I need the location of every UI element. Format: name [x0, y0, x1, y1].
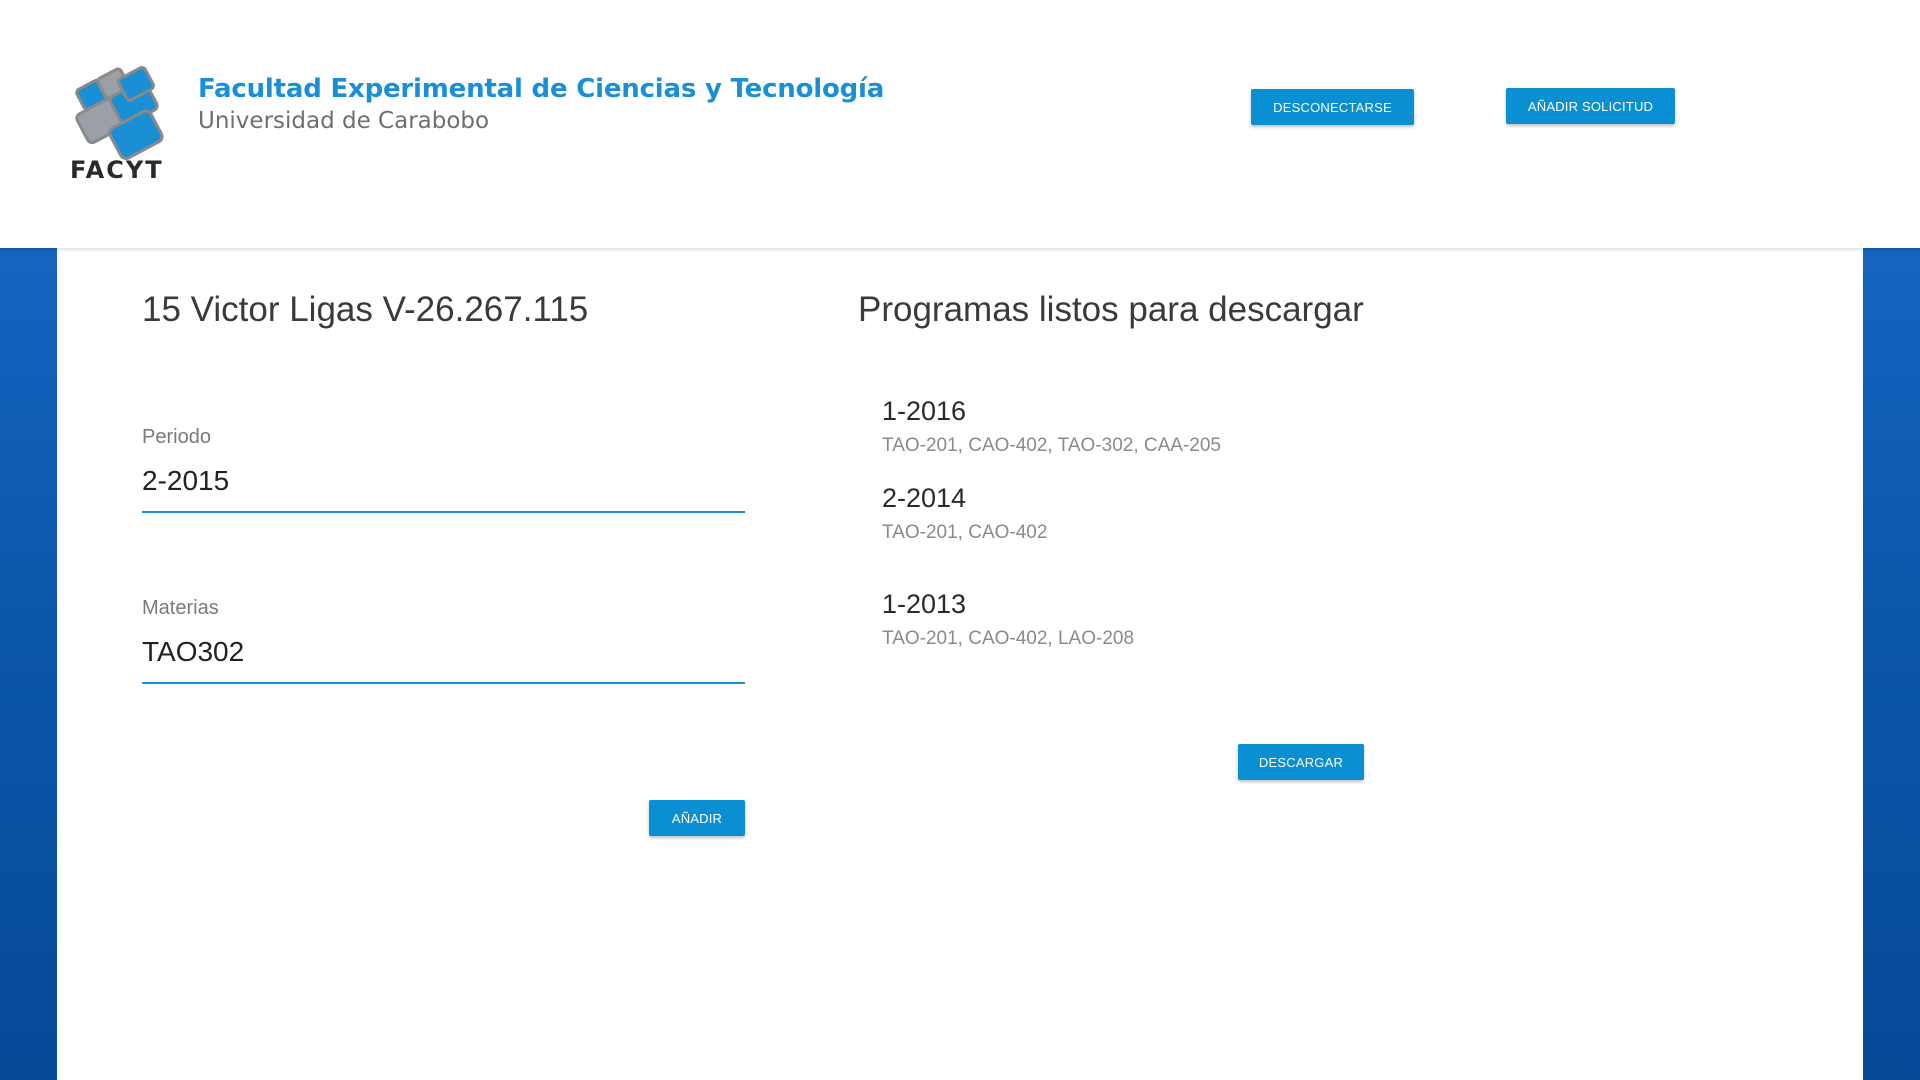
download-button[interactable]: DESCARGAR [1238, 744, 1364, 780]
add-button[interactable]: AÑADIR [649, 800, 745, 836]
subjects-label: Materias [142, 597, 219, 619]
program-item[interactable]: 1-2016 TAO-201, CAO-402, TAO-302, CAA-20… [882, 396, 1221, 457]
program-subjects: TAO-201, CAO-402, LAO-208 [882, 628, 1135, 649]
program-period: 1-2016 [882, 396, 967, 426]
logo-text: FACYT [70, 156, 164, 184]
brand-title: Facultad Experimental de Ciencias y Tecn… [198, 74, 885, 104]
programs-title: Programas listos para descargar [858, 290, 1364, 329]
add-request-button[interactable]: AÑADIR SOLICITUD [1506, 88, 1675, 124]
program-item[interactable]: 2-2014 TAO-201, CAO-402 [882, 483, 1047, 544]
main-card: 15 Victor Ligas V-26.267.115 Periodo 2-2… [57, 248, 1863, 1080]
brand-subtitle: Universidad de Carabobo [198, 108, 490, 134]
program-item[interactable]: 1-2013 TAO-201, CAO-402, LAO-208 [882, 589, 1134, 650]
brand: Facultad Experimental de Ciencias y Tecn… [198, 74, 884, 134]
subjects-field[interactable]: Materias TAO302 [142, 597, 745, 684]
program-subjects: TAO-201, CAO-402 [882, 522, 1048, 543]
student-title: 15 Victor Ligas V-26.267.115 [142, 290, 589, 329]
period-label: Periodo [142, 426, 211, 448]
logout-button[interactable]: DESCONECTARSE [1251, 89, 1414, 125]
period-field[interactable]: Periodo 2-2015 [142, 426, 745, 513]
subjects-input[interactable]: TAO302 [142, 634, 745, 684]
program-period: 2-2014 [882, 483, 967, 513]
period-input[interactable]: 2-2015 [142, 463, 745, 513]
app-header: FACYT Facultad Experimental de Ciencias … [0, 0, 1920, 248]
program-subjects: TAO-201, CAO-402, TAO-302, CAA-205 [882, 435, 1221, 456]
facyt-logo: FACYT [70, 66, 164, 184]
program-period: 1-2013 [882, 589, 967, 619]
